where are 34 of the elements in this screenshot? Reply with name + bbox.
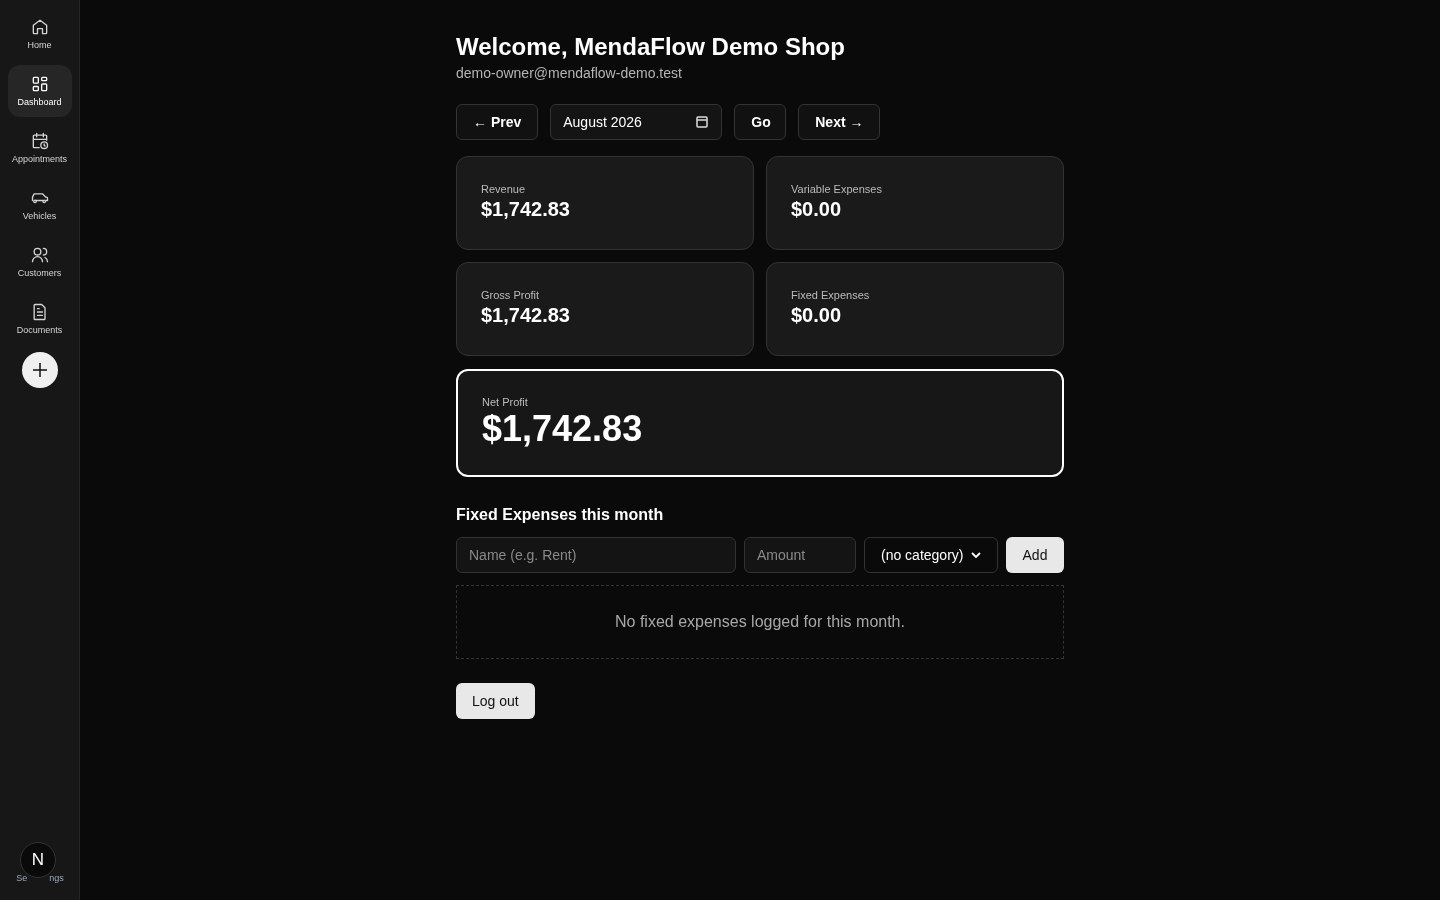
- section-title: Fixed Expenses this month: [456, 505, 665, 525]
- net-profit-value: $1,742.83: [482, 409, 644, 449]
- next-button[interactable]: Next →: [798, 104, 881, 140]
- sidebar-item[interactable]: Vehicles: [7, 179, 72, 231]
- stat-label: Revenue: [481, 182, 527, 196]
- sidebar-item[interactable]: Appointments: [7, 122, 72, 174]
- stat-label: Gross Profit: [481, 288, 541, 302]
- calendar-icon[interactable]: [695, 115, 710, 129]
- stat-value: $1,742.83: [481, 303, 571, 328]
- plus-icon: [31, 362, 48, 378]
- stat-label: Variable Expenses: [791, 182, 883, 196]
- sidebar-item[interactable]: Customers: [7, 236, 72, 288]
- add-button[interactable]: [21, 352, 58, 388]
- stat-value: $0.00: [791, 197, 843, 222]
- sidebar-item[interactable]: Dashboard: [7, 65, 72, 117]
- add-expense-button[interactable]: Add: [1006, 537, 1064, 573]
- chevron-down-icon: [971, 551, 981, 559]
- amount-field[interactable]: Amount: [744, 537, 856, 573]
- sidebar-item[interactable]: Home: [7, 8, 72, 60]
- prev-button[interactable]: ← Prev: [456, 104, 539, 140]
- stat-label: Net Profit: [482, 395, 529, 409]
- stat-label: Fixed Expenses: [791, 288, 871, 302]
- month-field[interactable]: August 2026: [550, 104, 723, 140]
- sidebar-item[interactable]: Documents: [7, 293, 72, 345]
- empty-message: No fixed expenses logged for this month.: [615, 612, 905, 632]
- page-title: Welcome, MendaFlow Demo Shop: [456, 32, 846, 62]
- name-field[interactable]: Name (e.g. Rent): [456, 537, 736, 573]
- email-text: demo-owner@mendaflow-demo.test: [456, 64, 683, 83]
- users-icon: [29, 245, 50, 265]
- go-button[interactable]: Go: [734, 104, 787, 140]
- logout-button[interactable]: Log out: [456, 683, 535, 719]
- category-dropdown[interactable]: (no category): [864, 537, 998, 573]
- stat-value: $1,742.83: [481, 197, 571, 222]
- stat-value: $0.00: [791, 303, 843, 328]
